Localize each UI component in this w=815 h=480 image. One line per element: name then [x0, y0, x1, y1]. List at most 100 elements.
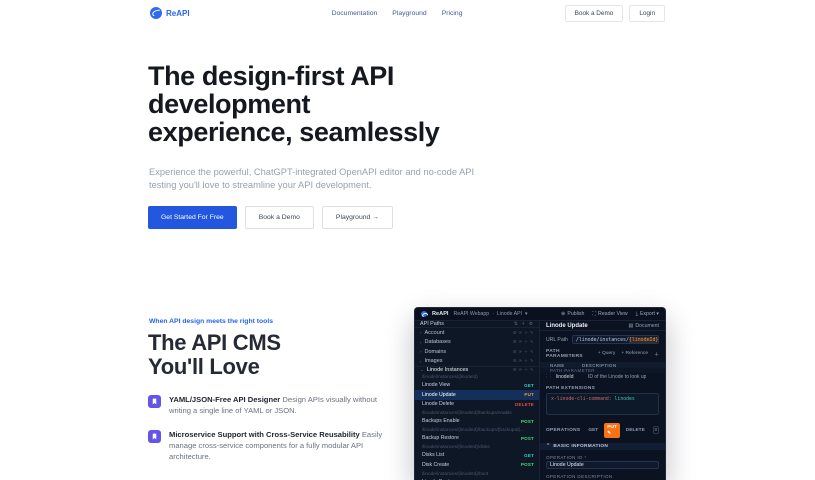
api-path-row: /linode/instances/{linodeId}/backups/{ba…: [422, 427, 524, 433]
parameter-actions: + Query + Reference ＋: [598, 351, 659, 358]
feature-title: Microservice Support with Cross-Service …: [169, 430, 362, 439]
book-demo-button[interactable]: Book a Demo: [564, 4, 624, 22]
path-parameters-header: PATH PARAMETERS + Query + Reference ＋: [546, 349, 659, 360]
hero-cta-group: Get Started For Free Book a Demo Playgro…: [148, 206, 393, 229]
api-operation-row[interactable]: Disks List GET: [415, 451, 539, 461]
operation-name: Linode Delete: [422, 401, 455, 408]
required-asterisk: *: [584, 454, 587, 460]
sidebar-group-images[interactable]: › Images ⊞ ⟳ ＋ ✎: [415, 357, 539, 367]
feature-item: YAML/JSON-Free API Designer Design APIs …: [148, 394, 390, 416]
api-path-row: /linode/instances/{linodeId}: [422, 374, 478, 380]
endpoint-editor-panel: Linode Update ▤ Document URL Path /linod…: [540, 321, 665, 480]
document-button[interactable]: ▤ Document: [628, 323, 659, 329]
breadcrumb-separator: ·: [492, 311, 494, 317]
app-topbar: ReAPI ReAPI Webapp · Linode API ▾ ⊕ Publ…: [415, 308, 665, 321]
sidebar-group-domains[interactable]: › Domains ⊞ ⟳ ＋ ✎: [415, 347, 539, 357]
method-tab-delete[interactable]: DELETE: [623, 426, 648, 434]
reader-view-icon: ⛶: [592, 310, 597, 317]
add-reference-button[interactable]: + Reference: [621, 351, 648, 358]
method-badge: DELETE: [515, 401, 534, 407]
get-started-button[interactable]: Get Started For Free: [148, 206, 237, 229]
export-button[interactable]: ⤓ Export ▾: [636, 311, 659, 318]
method-badge: POST: [520, 418, 534, 424]
edit-pencil-icon: ✎: [607, 430, 611, 436]
sidebar-title: API Paths: [420, 321, 444, 327]
chevron-right-icon: ›: [420, 358, 422, 364]
publish-button[interactable]: ⊕ Publish: [561, 311, 584, 318]
bookmark-icon: [148, 430, 161, 443]
export-icon: ⤓: [635, 310, 638, 317]
url-path-row: URL Path /linode/instances/ {linodeId}: [540, 331, 665, 347]
operation-name: Backup Restore: [422, 435, 459, 442]
feature-text: YAML/JSON-Free API Designer Design APIs …: [169, 395, 377, 415]
project-name: Linode API: [496, 311, 522, 317]
hero-title-line1: The design-first API: [148, 61, 395, 91]
reapi-logo-icon: [150, 7, 162, 19]
method-badge: POST: [520, 462, 534, 468]
nav-link-playground[interactable]: Playground: [392, 10, 426, 17]
operation-name: Backups Enable: [422, 418, 460, 425]
api-path-row: /linode/instances/{linodeId}/backups/ena…: [422, 410, 512, 416]
group-label: Domains: [424, 348, 447, 355]
basic-information-section[interactable]: ⌃ BASIC INFORMATION: [540, 442, 665, 450]
path-extensions-editor[interactable]: x-linode-cli-command: linodes: [546, 393, 659, 415]
reader-view-button[interactable]: ⛶ Reader View: [592, 311, 627, 318]
method-tab-put[interactable]: PUT ✎: [604, 422, 620, 438]
bookmark-icon: [148, 395, 161, 408]
sidebar-header: API Paths ⇅ ＋ ⚙: [415, 321, 539, 328]
chevron-down-icon: ▾: [524, 311, 528, 317]
url-path-input[interactable]: /linode/instances/ {linodeId}: [571, 335, 659, 345]
app-reapi-logo-icon: [421, 311, 427, 317]
sidebar-group-linode-instances[interactable]: ⌄ Linode Instances ⊞ ⟳ ＋ ✎: [415, 366, 539, 373]
param-name: linodeId: [556, 374, 574, 381]
nav-link-documentation[interactable]: Documentation: [332, 10, 378, 17]
landing-page: ReAPI Documentation Playground Pricing Boo…: [0, 0, 815, 480]
api-operation-row[interactable]: Linode Delete DELETE: [415, 400, 539, 410]
method-badge: GET: [524, 382, 534, 388]
add-more-button[interactable]: ＋: [654, 351, 659, 358]
sidebar-header-icons[interactable]: ⇅ ＋ ⚙: [514, 321, 534, 327]
add-operation-button[interactable]: ≡: [652, 426, 659, 435]
feature-item: Microservice Support with Cross-Service …: [148, 429, 390, 462]
sidebar-group-account[interactable]: › Account ⊞ ⟳ ＋ ✎: [415, 328, 539, 338]
params-table-body: ⋮⋮ linodeId ID of the Linode to look up: [540, 373, 665, 382]
param-row[interactable]: ⋮⋮ linodeId ID of the Linode to look up: [540, 373, 665, 382]
api-path-row: /linode/instances/{linodeId}/boot: [422, 470, 489, 476]
chevron-right-icon: ›: [420, 339, 422, 345]
feature-text: Microservice Support with Cross-Service …: [169, 430, 383, 461]
group-label: Databases: [424, 339, 451, 346]
hero-title-line2: development: [148, 89, 311, 119]
method-badge: PUT: [524, 392, 534, 398]
sidebar-entries: /linode/instances/{linodeId} Linode View G…: [415, 373, 539, 480]
feature-list: YAML/JSON-Free API Designer Design APIs …: [148, 394, 390, 462]
row-action-icons[interactable]: ⊞ ⟳ ＋ ✎: [513, 358, 534, 364]
section-title: The API CMS You'll Love: [148, 331, 281, 379]
workspace-name: ReAPI Webapp: [453, 311, 490, 317]
api-operation-row[interactable]: Linode Update PUT: [415, 390, 539, 400]
operations-row: OPERATIONS GET PUT ✎ DELETE ≡: [540, 422, 665, 438]
sidebar-groups: › Account ⊞ ⟳ ＋ ✎ › Databases ⊞ ⟳ ＋ ✎ › Domains…: [415, 328, 539, 366]
login-button[interactable]: Login: [629, 4, 665, 22]
method-tab-get[interactable]: GET: [585, 426, 601, 434]
drag-handle-icon[interactable]: ⋮⋮: [544, 374, 553, 380]
app-breadcrumb[interactable]: ReAPI Webapp · Linode API ▾: [453, 311, 527, 317]
endpoint-title: Linode Update: [546, 322, 588, 329]
row-action-icons[interactable]: ⊞ ⟳ ＋ ✎: [513, 349, 534, 355]
api-operation-row[interactable]: Backups Enable POST: [415, 417, 539, 427]
method-tabs: GET PUT ✎ DELETE: [585, 422, 648, 438]
row-action-icons[interactable]: ⊞ ⟳ ＋ ✎: [513, 330, 534, 336]
playground-button[interactable]: Playground →: [321, 206, 393, 229]
api-operation-row[interactable]: Disk Create POST: [415, 460, 539, 470]
hero-title-line3: experience, seamlessly: [148, 117, 440, 147]
api-operation-row[interactable]: Linode View GET: [415, 381, 539, 391]
add-query-button[interactable]: + Query: [598, 351, 616, 358]
site-logo[interactable]: ReAPI: [150, 7, 190, 19]
main-nav: Documentation Playground Pricing: [332, 10, 463, 17]
nav-link-pricing[interactable]: Pricing: [442, 10, 463, 17]
sidebar-group-databases[interactable]: › Databases ⊞ ⟳ ＋ ✎: [415, 338, 539, 348]
row-action-icons[interactable]: ⊞ ⟳ ＋ ✎: [513, 339, 534, 345]
api-operation-row[interactable]: Backup Restore POST: [415, 434, 539, 444]
operation-id-input[interactable]: Linode Update: [546, 460, 659, 469]
hero-book-demo-button[interactable]: Book a Demo: [244, 206, 314, 229]
group-label: Images: [424, 358, 443, 365]
